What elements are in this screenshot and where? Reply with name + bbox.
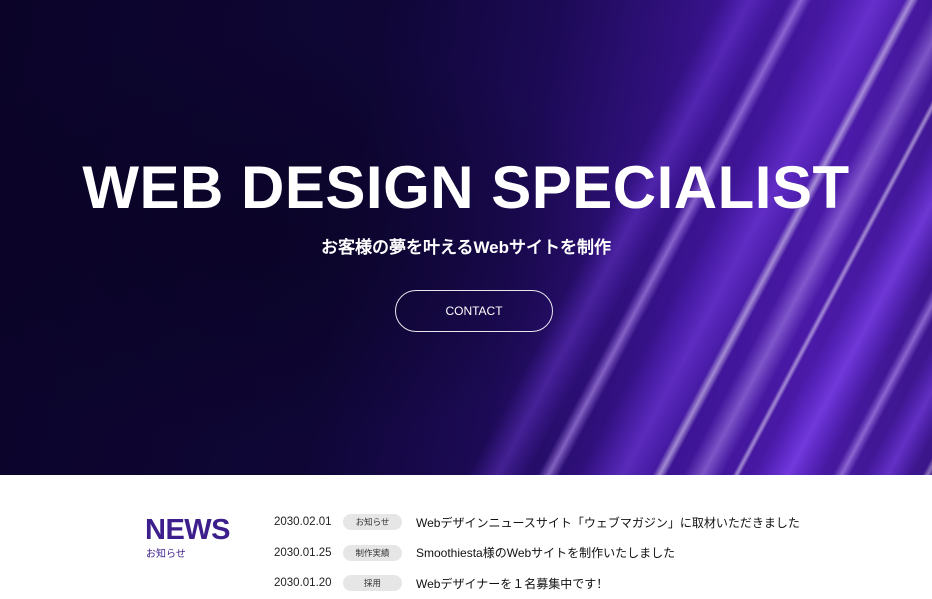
contact-button[interactable]: CONTACT [395, 290, 553, 332]
news-section: NEWS お知らせ 2030.02.01 お知らせ Webデザインニュースサイト… [0, 475, 932, 592]
news-category-tag: お知らせ [343, 514, 402, 531]
news-title-link[interactable]: Webデザインニュースサイト「ウェブマガジン」に取材いただきました [416, 514, 800, 531]
hero-subtitle: お客様の夢を叶えるWebサイトを制作 [320, 238, 612, 257]
news-list: 2030.02.01 お知らせ Webデザインニュースサイト「ウェブマガジン」に… [274, 507, 834, 599]
news-date: 2030.01.20 [274, 577, 332, 590]
news-title-link[interactable]: Smoothiesta様のWebサイトを制作いたしました [416, 544, 675, 561]
hero-title: WEB DESIGN SPECIALIST [82, 154, 850, 221]
news-heading: NEWS [145, 514, 231, 546]
news-date: 2030.01.25 [274, 546, 332, 559]
news-item[interactable]: 2030.01.20 採用 Webデザイナーを１名募集中です！ [274, 568, 834, 599]
news-date: 2030.02.01 [274, 516, 332, 529]
news-category-tag: 制作実績 [343, 544, 402, 561]
news-item[interactable]: 2030.02.01 お知らせ Webデザインニュースサイト「ウェブマガジン」に… [274, 507, 834, 538]
news-title-link[interactable]: Webデザイナーを１名募集中です！ [416, 575, 608, 592]
hero-section: WEB DESIGN SPECIALIST お客様の夢を叶えるWebサイトを制作… [0, 0, 932, 475]
news-item[interactable]: 2030.01.25 制作実績 Smoothiesta様のWebサイトを制作いた… [274, 538, 834, 569]
news-subheading: お知らせ [146, 549, 186, 560]
